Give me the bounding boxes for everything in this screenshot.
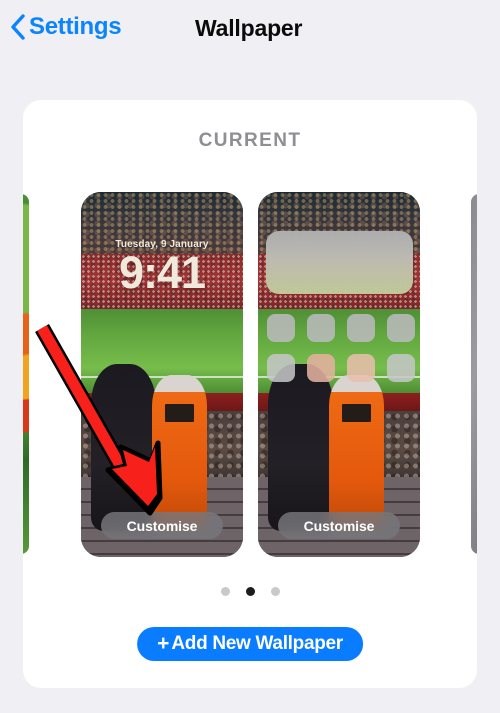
- app-icon-placeholder: [347, 354, 375, 382]
- home-screen-app-icon-grid: [267, 314, 415, 382]
- lock-screen-preview[interactable]: Tuesday, 9 January 9:41 Customise: [81, 192, 243, 557]
- add-new-wallpaper-label: Add New Wallpaper: [171, 633, 343, 654]
- steward-badge: [165, 403, 195, 422]
- wallpaper-carousel[interactable]: Tuesday, 9 January 9:41 Customise Custom…: [23, 192, 477, 558]
- customise-button-home-screen[interactable]: Customise: [278, 512, 400, 539]
- spectator-figure-home: [267, 363, 333, 532]
- steward-badge-home: [342, 403, 372, 422]
- page-dot-2-active[interactable]: [245, 587, 255, 596]
- page-indicator-dots: [23, 587, 477, 596]
- page-dot-3[interactable]: [270, 587, 280, 596]
- page-dot-1[interactable]: [220, 587, 230, 596]
- back-button-label: Settings: [29, 13, 122, 40]
- app-icon-placeholder: [387, 354, 415, 382]
- lock-screen-time: 9:41: [118, 246, 206, 298]
- page-title: Wallpaper: [195, 15, 303, 41]
- app-icon-placeholder: [387, 314, 415, 342]
- section-title-current: CURRENT: [198, 130, 302, 151]
- next-wallpaper-sliver[interactable]: [471, 194, 477, 554]
- customise-button-label: Customise: [126, 517, 198, 534]
- app-icon-placeholder: [307, 354, 335, 382]
- spectator-figure: [90, 363, 156, 532]
- app-icon-placeholder: [267, 354, 295, 382]
- chevron-left-icon: [11, 14, 25, 40]
- steward-figure: [152, 374, 208, 528]
- plus-icon: +: [157, 632, 170, 655]
- wallpaper-card: CURRENT Tuesday, 9 January 9:41 Customis…: [23, 100, 477, 688]
- next-wallpaper-thumbnail: [471, 194, 477, 554]
- app-icon-placeholder: [267, 314, 295, 342]
- nav-bar: Settings Wallpaper: [0, 0, 500, 60]
- previous-wallpaper-thumbnail: [23, 194, 29, 554]
- steward-figure-home: [329, 374, 385, 528]
- previous-wallpaper-sliver[interactable]: [23, 194, 29, 554]
- customise-button-lock-screen[interactable]: Customise: [101, 512, 223, 539]
- customise-button-label: Customise: [303, 517, 375, 534]
- app-icon-placeholder: [347, 314, 375, 342]
- home-screen-preview[interactable]: Customise: [258, 192, 420, 557]
- app-icon-placeholder: [307, 314, 335, 342]
- back-to-settings-button[interactable]: Settings: [10, 13, 122, 40]
- add-new-wallpaper-button[interactable]: + Add New Wallpaper: [137, 627, 363, 661]
- home-screen-widget-placeholder: [266, 231, 413, 294]
